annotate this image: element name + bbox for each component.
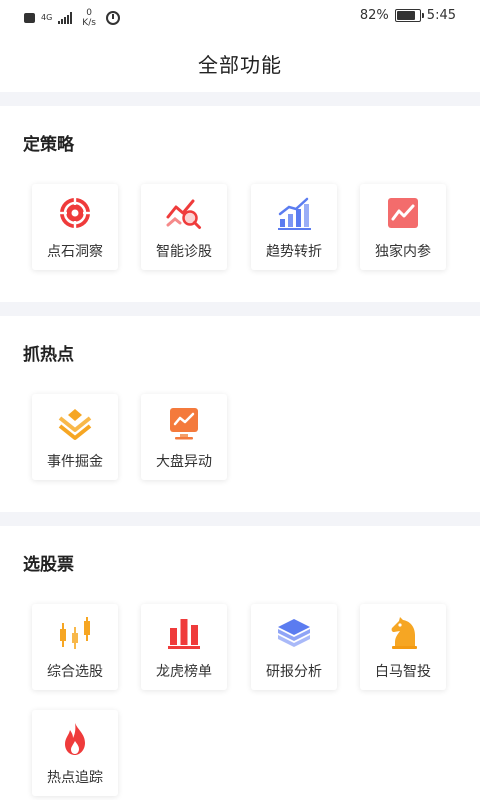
tile-label: 综合选股 <box>47 664 103 680</box>
feature-tile-hot-track[interactable]: 热点追踪 <box>32 710 118 796</box>
status-left: 4G 0 K/s <box>24 8 120 28</box>
tile-label: 龙虎榜单 <box>156 664 212 680</box>
page-title: 全部功能 <box>198 52 282 77</box>
section-stock-picking: 选股票 综合选股 龙虎榜单 研报分析 白马智投 热点追踪 <box>0 526 480 800</box>
section-divider <box>0 92 480 106</box>
battery-fill <box>396 11 415 20</box>
tile-label: 事件掘金 <box>47 454 103 470</box>
network-type: 4G <box>41 13 53 22</box>
section-divider <box>0 512 480 526</box>
tile-label: 点石洞察 <box>47 244 103 260</box>
bar-trend-icon <box>275 194 313 232</box>
tile-label: 智能诊股 <box>156 244 212 260</box>
section-title: 选股票 <box>23 555 74 575</box>
title-bar: 全部功能 <box>0 34 480 92</box>
battery-icon <box>394 9 424 22</box>
clock: 5:45 <box>426 8 456 23</box>
network-speed-unit: K/s <box>82 18 96 28</box>
candlestick-icon <box>56 614 94 652</box>
feature-tile-screener[interactable]: 综合选股 <box>32 604 118 690</box>
tile-label: 白马智投 <box>375 664 431 680</box>
feature-tile-research[interactable]: 研报分析 <box>251 604 337 690</box>
status-bar: 4G 0 K/s 82% 5:45 <box>0 0 480 34</box>
tile-label: 研报分析 <box>266 664 322 680</box>
monitor-chart-icon <box>165 404 203 442</box>
hd-icon <box>24 13 35 23</box>
status-right: 82% 5:45 <box>360 8 456 23</box>
section-divider <box>0 302 480 316</box>
network-speed: 0 K/s <box>82 8 96 28</box>
horse-knight-icon <box>384 614 422 652</box>
section-title: 定策略 <box>23 135 74 155</box>
feature-tile-ranking[interactable]: 龙虎榜单 <box>141 604 227 690</box>
feature-tile-exclusive[interactable]: 独家内参 <box>360 184 446 270</box>
tile-label: 大盘异动 <box>156 454 212 470</box>
target-icon <box>56 194 94 232</box>
tile-label: 热点追踪 <box>47 770 103 786</box>
feature-tile-trend[interactable]: 趋势转折 <box>251 184 337 270</box>
feature-tile-market[interactable]: 大盘异动 <box>141 394 227 480</box>
flame-icon <box>56 720 94 758</box>
feature-tile-bluechip[interactable]: 白马智投 <box>360 604 446 690</box>
trend-search-icon <box>165 194 203 232</box>
feature-tile-diagnosis[interactable]: 智能诊股 <box>141 184 227 270</box>
stack-layers-icon <box>275 614 313 652</box>
section-strategy: 定策略 点石洞察 智能诊股 趋势转折 独家内参 <box>0 106 480 302</box>
layers-diamond-icon <box>56 404 94 442</box>
battery-percent: 82% <box>359 8 389 23</box>
alarm-icon <box>105 11 120 25</box>
tile-label: 独家内参 <box>375 244 431 260</box>
section-hotspot: 抓热点 事件掘金 大盘异动 <box>0 316 480 512</box>
ranking-bars-icon <box>165 614 203 652</box>
tile-label: 趋势转折 <box>266 244 322 260</box>
section-title: 抓热点 <box>23 345 74 365</box>
feature-tile-insight[interactable]: 点石洞察 <box>32 184 118 270</box>
feature-tile-event[interactable]: 事件掘金 <box>32 394 118 480</box>
line-chart-card-icon <box>384 194 422 232</box>
signal-icon <box>58 12 73 24</box>
network-speed-value: 0 <box>86 8 92 18</box>
